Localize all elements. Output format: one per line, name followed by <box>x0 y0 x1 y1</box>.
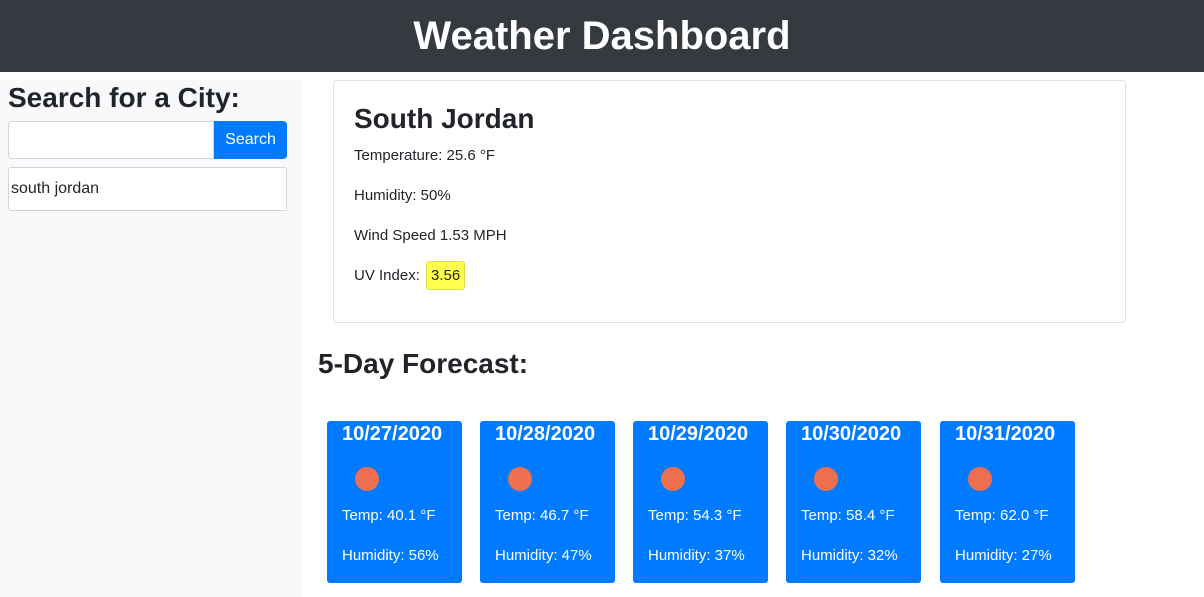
forecast-temp: Temp: 54.3 °F <box>648 507 742 524</box>
page-title: Weather Dashboard <box>413 13 791 58</box>
current-humidity: Humidity: 50% <box>354 187 451 204</box>
forecast-card: 10/29/2020 Temp: 54.3 °F Humidity: 37% <box>633 421 768 583</box>
forecast-date: 10/28/2020 <box>495 423 596 445</box>
forecast-humidity: Humidity: 37% <box>648 547 745 564</box>
uv-index-badge: 3.56 <box>426 261 466 290</box>
forecast-date: 10/31/2020 <box>955 423 1056 445</box>
forecast-humidity: Humidity: 27% <box>955 547 1052 564</box>
sun-icon <box>508 467 532 491</box>
forecast-card: 10/31/2020 Temp: 62.0 °F Humidity: 27% <box>940 421 1075 583</box>
uv-label: UV Index: <box>354 267 420 284</box>
sun-icon <box>661 467 685 491</box>
city-search-input[interactable] <box>8 121 214 159</box>
forecast-card: 10/28/2020 Temp: 46.7 °F Humidity: 47% <box>480 421 615 583</box>
forecast-temp: Temp: 46.7 °F <box>495 507 589 524</box>
current-uv-row: UV Index: 3.56 <box>354 261 466 290</box>
forecast-temp: Temp: 62.0 °F <box>955 507 1049 524</box>
current-temperature: Temperature: 25.6 °F <box>354 147 496 164</box>
forecast-humidity: Humidity: 47% <box>495 547 592 564</box>
sidebar: Search for a City: Search south jordan <box>0 80 302 597</box>
forecast-date: 10/27/2020 <box>342 423 443 445</box>
sun-icon <box>968 467 992 491</box>
history-item-south-jordan[interactable]: south jordan <box>8 167 287 211</box>
sun-icon <box>814 467 838 491</box>
forecast-temp: Temp: 40.1 °F <box>342 507 436 524</box>
forecast-date: 10/30/2020 <box>801 423 902 445</box>
forecast-humidity: Humidity: 56% <box>342 547 439 564</box>
forecast-humidity: Humidity: 32% <box>801 547 898 564</box>
current-wind-speed: Wind Speed 1.53 MPH <box>354 227 507 244</box>
forecast-temp: Temp: 58.4 °F <box>801 507 895 524</box>
forecast-card: 10/30/2020 Temp: 58.4 °F Humidity: 32% <box>786 421 921 583</box>
search-heading: Search for a City: <box>8 82 240 113</box>
forecast-title: 5-Day Forecast: <box>318 348 529 379</box>
page-header: Weather Dashboard <box>0 0 1204 72</box>
city-name: South Jordan <box>354 103 535 134</box>
forecast-date: 10/29/2020 <box>648 423 749 445</box>
forecast-card: 10/27/2020 Temp: 40.1 °F Humidity: 56% <box>327 421 462 583</box>
sun-icon <box>355 467 379 491</box>
search-button[interactable]: Search <box>214 121 287 159</box>
current-weather-card: South Jordan Temperature: 25.6 °F Humidi… <box>333 80 1126 323</box>
